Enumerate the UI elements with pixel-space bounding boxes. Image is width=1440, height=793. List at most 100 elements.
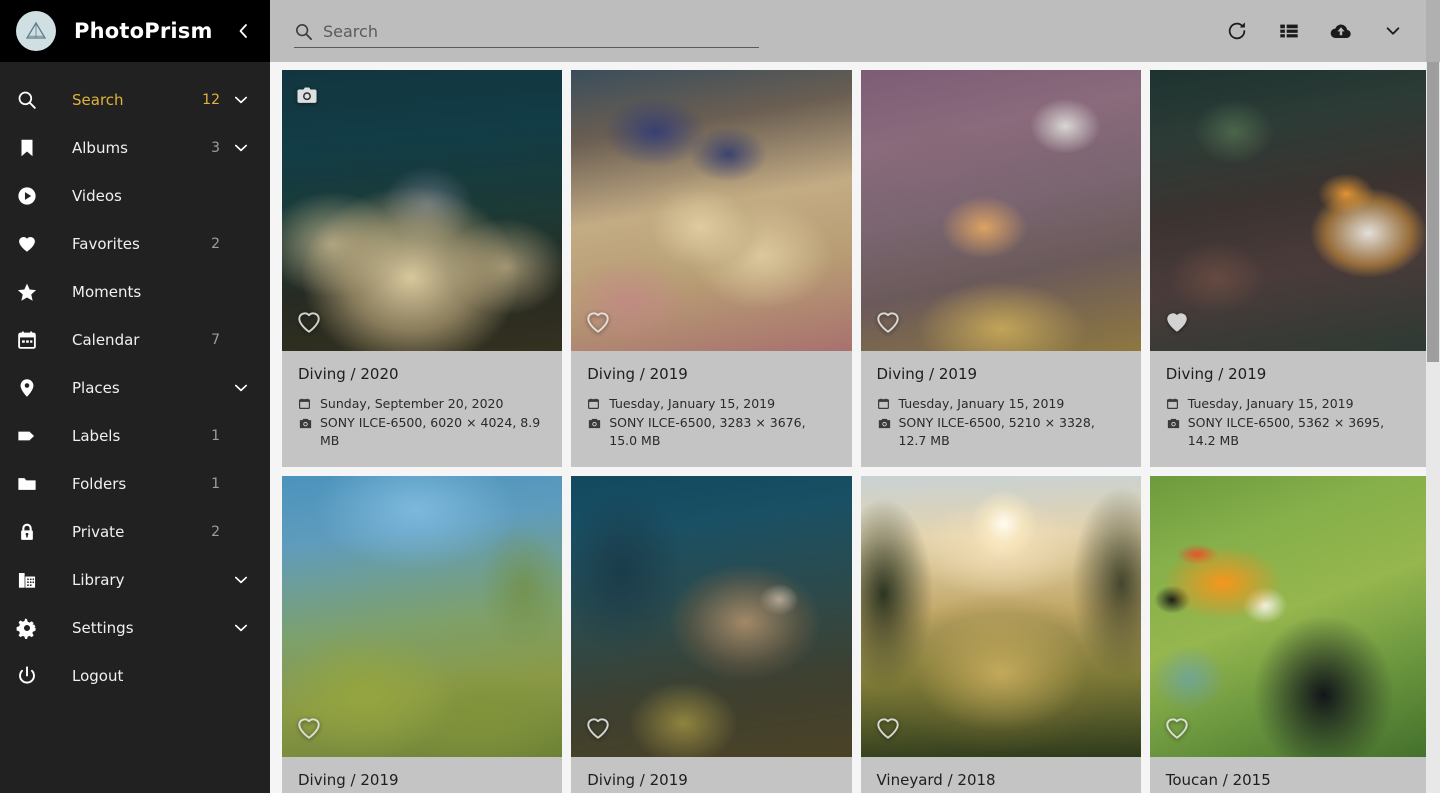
photo-thumbnail[interactable] — [1149, 70, 1430, 351]
sidebar-item-label: Albums — [72, 139, 128, 157]
sidebar-item-logout[interactable]: Logout — [0, 652, 270, 700]
sidebar-item-count: 7 — [211, 332, 220, 348]
toolbar-actions — [1224, 18, 1424, 44]
sidebar-item-places[interactable]: Places — [0, 364, 270, 412]
sidebar-item-label: Calendar — [72, 331, 140, 349]
photo-meta: Diving / 2019 — [282, 757, 562, 793]
favorite-icon[interactable] — [296, 309, 322, 339]
photo-title: Diving / 2019 — [1165, 365, 1267, 383]
photo-card[interactable]: Diving / 2019 — [282, 476, 563, 793]
photo-card[interactable]: Diving / 2019 — [571, 476, 852, 793]
photo-meta: Diving / 2020 Sunday, September 20, 2020… — [282, 351, 562, 467]
photo-thumbnail[interactable] — [282, 70, 563, 351]
photo-date: Tuesday, January 15, 2019 — [898, 396, 1065, 411]
search-icon — [294, 22, 313, 41]
sidebar-item-albums[interactable]: Albums 3 — [0, 124, 270, 172]
photo-image — [860, 70, 1141, 351]
photo-card[interactable]: Diving / 2019 Tuesday, January 15, 2019 … — [860, 70, 1141, 468]
top-toolbar — [270, 0, 1440, 62]
photo-title: Diving / 2019 — [587, 365, 688, 383]
photo-date-row: Tuesday, January 15, 2019 — [587, 395, 835, 413]
sidebar-item-labels[interactable]: Labels 1 — [0, 412, 270, 460]
calendar-icon — [298, 397, 314, 410]
calendar-icon — [587, 397, 603, 410]
photo-title: Toucan / 2015 — [1165, 771, 1271, 790]
sidebar-item-label: Videos — [72, 187, 122, 205]
sidebar-item-settings[interactable]: Settings — [0, 604, 270, 652]
camera-icon — [1166, 416, 1182, 431]
chevron-down-icon[interactable] — [228, 91, 254, 109]
favorite-icon[interactable] — [1164, 715, 1190, 745]
photo-thumbnail[interactable] — [282, 476, 563, 758]
photo-date: Tuesday, January 15, 2019 — [1187, 396, 1354, 411]
chevron-down-icon[interactable] — [228, 379, 254, 397]
chevron-left-icon[interactable] — [230, 22, 256, 40]
photo-meta: Vineyard / 2018 — [861, 757, 1141, 793]
sidebar-item-count: 1 — [211, 476, 220, 492]
photo-card[interactable]: Diving / 2019 Tuesday, January 15, 2019 … — [1149, 70, 1430, 468]
sidebar-item-label: Private — [72, 523, 125, 541]
tag-icon — [16, 425, 56, 447]
sidebar-item-label: Moments — [72, 283, 142, 301]
star-icon — [16, 281, 56, 303]
favorite-icon[interactable] — [585, 715, 611, 745]
camera-icon — [298, 416, 314, 431]
favorite-icon[interactable] — [585, 309, 611, 339]
vertical-scrollbar[interactable] — [1426, 62, 1440, 793]
sidebar: PhotoPrism Search 12 Albums 3 Videos Favorite… — [0, 0, 270, 793]
chevron-down-icon[interactable] — [228, 139, 254, 157]
photo-card[interactable]: Diving / 2019 Tuesday, January 15, 2019 … — [571, 70, 852, 468]
sidebar-item-favorites[interactable]: Favorites 2 — [0, 220, 270, 268]
favorite-icon[interactable] — [296, 715, 322, 745]
photo-thumbnail[interactable] — [1149, 476, 1430, 758]
photo-details-row: SONY ILCE-6500, 5362 × 3695, 14.2 MB — [1166, 414, 1414, 450]
photo-thumbnail[interactable] — [571, 476, 852, 758]
photo-details: SONY ILCE-6500, 6020 × 4024, 8.9 MB — [320, 415, 541, 449]
favorite-icon[interactable] — [875, 715, 901, 745]
search-icon — [16, 89, 56, 111]
sidebar-item-count: 3 — [211, 140, 220, 156]
sidebar-item-label: Labels — [72, 427, 121, 445]
scrollbar-top-cap — [1426, 0, 1440, 62]
sidebar-item-videos[interactable]: Videos — [0, 172, 270, 220]
sidebar-item-library[interactable]: Library — [0, 556, 270, 604]
scrollbar-thumb[interactable] — [1427, 62, 1439, 362]
sidebar-item-search[interactable]: Search 12 — [0, 76, 270, 124]
prism-triangle-logo[interactable] — [16, 11, 56, 51]
sidebar-item-label: Places — [72, 379, 120, 397]
photo-details-row: SONY ILCE-6500, 5210 × 3328, 12.7 MB — [877, 414, 1125, 450]
view-list-button[interactable] — [1276, 18, 1302, 44]
folder-icon — [16, 473, 56, 495]
photo-image — [1149, 70, 1430, 351]
search-field[interactable] — [294, 22, 759, 48]
cloud-upload-button[interactable] — [1328, 18, 1354, 44]
more-menu-button[interactable] — [1380, 18, 1406, 44]
photo-card[interactable]: Vineyard / 2018 — [860, 476, 1141, 793]
play-circle-icon — [16, 185, 56, 207]
sidebar-item-folders[interactable]: Folders 1 — [0, 460, 270, 508]
photo-thumbnail[interactable] — [571, 70, 852, 351]
sidebar-item-count: 2 — [211, 236, 220, 252]
sidebar-item-private[interactable]: Private 2 — [0, 508, 270, 556]
sidebar-item-count: 1 — [211, 428, 220, 444]
photo-grid-scroll[interactable]: Diving / 2020 Sunday, September 20, 2020… — [270, 62, 1440, 793]
favorite-icon[interactable] — [875, 309, 901, 339]
sidebar-item-count: 12 — [202, 92, 220, 108]
photo-card[interactable]: Diving / 2020 Sunday, September 20, 2020… — [282, 70, 563, 468]
photo-image — [571, 70, 852, 351]
search-input[interactable] — [323, 22, 759, 41]
calendar-icon — [16, 329, 56, 351]
photo-camera-icon[interactable] — [296, 84, 318, 106]
sidebar-item-moments[interactable]: Moments — [0, 268, 270, 316]
photo-date-row: Sunday, September 20, 2020 — [298, 395, 546, 413]
reload-button[interactable] — [1224, 18, 1250, 44]
favorite-icon-active[interactable] — [1164, 309, 1190, 339]
sidebar-item-calendar[interactable]: Calendar 7 — [0, 316, 270, 364]
photo-thumbnail[interactable] — [860, 70, 1141, 351]
sidebar-item-label: Settings — [72, 619, 134, 637]
photo-card[interactable]: Toucan / 2015 — [1149, 476, 1430, 793]
photo-meta: Diving / 2019 Tuesday, January 15, 2019 … — [571, 351, 851, 467]
photo-thumbnail[interactable] — [860, 476, 1141, 758]
chevron-down-icon[interactable] — [228, 571, 254, 589]
chevron-down-icon[interactable] — [228, 619, 254, 637]
